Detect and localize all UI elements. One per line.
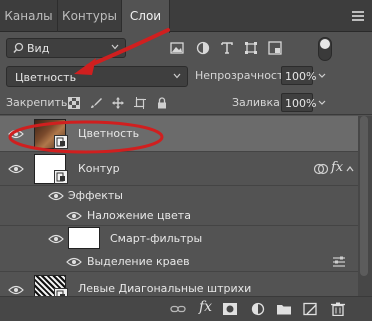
smart-object-filter-icon[interactable]	[268, 41, 282, 55]
smart-filter-item-row[interactable]: Выделение краев	[0, 252, 358, 272]
blending-options-icon[interactable]	[332, 256, 346, 268]
adjustment-filter-icon[interactable]	[196, 41, 210, 55]
fill-label: Заливка:	[232, 96, 284, 109]
filter-toggle[interactable]	[318, 37, 332, 61]
smart-object-badge-icon	[54, 288, 68, 296]
eye-icon[interactable]	[8, 285, 24, 295]
blend-row: Цветность Непрозрачность: 100%	[0, 63, 372, 89]
layer-row[interactable]: Цветность	[0, 116, 358, 152]
chevron-down-icon	[111, 44, 119, 50]
layer-filter-row: Вид	[0, 33, 372, 61]
add-mask-icon[interactable]	[222, 302, 238, 316]
chevron-down-icon[interactable]	[317, 93, 327, 112]
blend-mode-value: Цветность	[15, 71, 77, 84]
eye-icon[interactable]	[8, 129, 24, 139]
chevron-up-icon[interactable]	[346, 165, 354, 173]
lock-row: Закрепить: Заливка: 100%	[0, 91, 372, 115]
shape-filter-icon[interactable]	[244, 41, 258, 55]
artboard-lock-icon[interactable]	[134, 97, 146, 109]
smart-filters-label: Смарт-фильтры	[110, 232, 203, 245]
fill-input[interactable]: 100%	[281, 93, 316, 112]
eye-icon[interactable]	[48, 234, 64, 244]
filter-kind-select[interactable]: Вид	[6, 38, 126, 58]
tab-channels[interactable]: Каналы	[0, 0, 58, 32]
eye-icon[interactable]	[66, 257, 82, 267]
filter-kind-label: Вид	[27, 42, 50, 55]
chevron-down-icon	[173, 73, 181, 79]
effects-label: Эффекты	[68, 189, 123, 202]
layer-name[interactable]: Цветность	[78, 127, 139, 140]
lock-icon[interactable]	[156, 97, 168, 109]
adjustment-layer-icon[interactable]	[250, 302, 266, 316]
trash-icon[interactable]	[330, 302, 346, 316]
fx-icon[interactable]: fx	[199, 299, 212, 315]
filter-mask-icon[interactable]	[314, 162, 328, 176]
new-layer-icon[interactable]	[302, 302, 318, 316]
opacity-label: Непрозрачность:	[195, 69, 294, 82]
fx-icon[interactable]: fx	[331, 160, 343, 175]
eye-icon[interactable]	[48, 191, 64, 201]
image-filter-icon[interactable]	[170, 41, 184, 55]
link-layers-icon[interactable]	[170, 302, 186, 316]
tab-layers[interactable]: Слои	[122, 0, 170, 33]
eye-icon[interactable]	[8, 164, 24, 174]
eye-icon[interactable]	[66, 211, 82, 221]
layer-row[interactable]: Левые Диагональные штрихи	[0, 272, 358, 296]
smart-object-badge-icon	[54, 170, 68, 184]
type-filter-icon[interactable]	[220, 41, 234, 55]
smart-filters-row[interactable]: Смарт-фильтры	[0, 226, 358, 252]
folder-icon[interactable]	[276, 302, 292, 316]
effect-item-label: Наложение цвета	[87, 209, 191, 222]
search-icon	[13, 42, 24, 53]
smart-object-badge-icon	[54, 135, 68, 149]
effect-item-row[interactable]: Наложение цвета	[0, 206, 358, 226]
layer-name[interactable]: Контур	[78, 162, 120, 175]
lock-transparent-pixels-icon[interactable]	[68, 97, 80, 109]
layer-name[interactable]: Левые Диагональные штрихи	[78, 282, 251, 295]
panel-menu-icon[interactable]	[352, 11, 364, 21]
lock-label: Закрепить:	[6, 96, 72, 109]
scrollbar-thumb[interactable]	[360, 116, 368, 276]
layers-scrollbar[interactable]	[358, 116, 372, 296]
layers-bottom-toolbar: fx	[0, 296, 372, 321]
chevron-down-icon[interactable]	[317, 66, 327, 85]
move-icon[interactable]	[112, 97, 124, 109]
layer-row[interactable]: Контур fx	[0, 152, 358, 186]
brush-icon[interactable]	[90, 97, 102, 109]
effects-row[interactable]: Эффекты	[0, 186, 358, 206]
filter-mask-thumbnail[interactable]	[68, 227, 100, 249]
panel-tabbar: Каналы Контуры Слои	[0, 0, 372, 33]
opacity-input[interactable]: 100%	[281, 66, 316, 85]
smart-filter-item-label: Выделение краев	[87, 255, 190, 268]
layers-list: Цветность Контур fx Эффекты Наложение цв…	[0, 116, 358, 296]
tab-paths[interactable]: Контуры	[58, 0, 122, 32]
blend-mode-select[interactable]: Цветность	[6, 66, 188, 87]
